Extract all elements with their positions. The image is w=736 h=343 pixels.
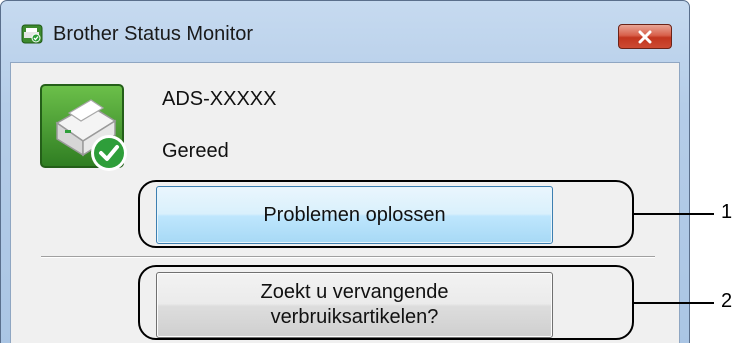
screenshot-stage: Brother Status Monitor ADS-XXXXX Gereed … bbox=[0, 0, 736, 343]
status-monitor-app-icon bbox=[21, 24, 43, 44]
printer-ready-icon bbox=[39, 83, 131, 175]
callout-number-2: 2 bbox=[721, 290, 733, 312]
callout-leader-2 bbox=[634, 302, 714, 304]
callout-outline-1 bbox=[138, 180, 634, 248]
device-status-text: Gereed bbox=[162, 140, 229, 162]
callout-outline-2 bbox=[138, 265, 634, 340]
close-icon bbox=[636, 30, 654, 44]
callout-number-1: 1 bbox=[721, 201, 733, 223]
separator-line bbox=[41, 256, 655, 258]
window-title: Brother Status Monitor bbox=[53, 23, 254, 45]
callout-leader-1 bbox=[634, 213, 714, 215]
close-button[interactable] bbox=[618, 24, 672, 49]
device-model-name: ADS-XXXXX bbox=[162, 88, 277, 110]
title-bar[interactable]: Brother Status Monitor bbox=[1, 1, 689, 51]
